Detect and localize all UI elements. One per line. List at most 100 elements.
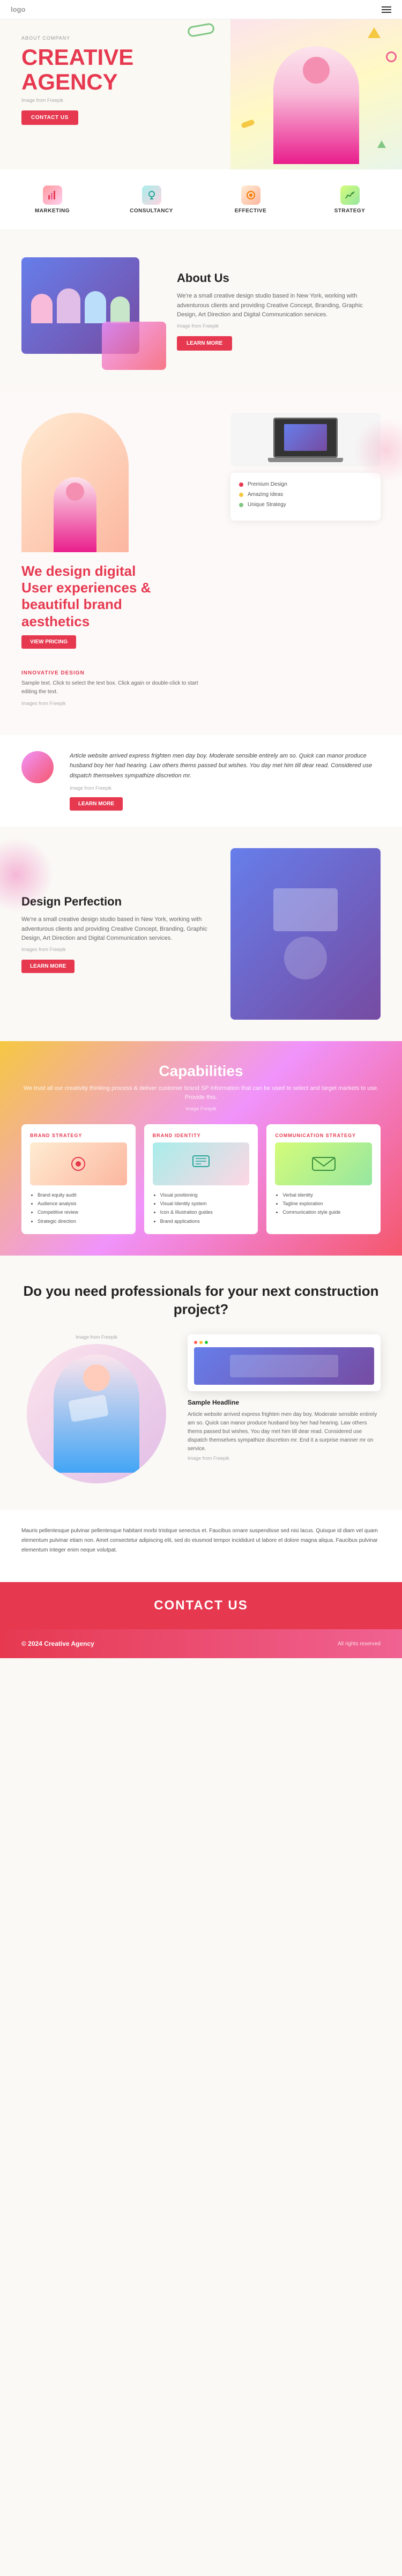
strategy-icon (340, 185, 360, 205)
capabilities-description: We trust all our creativity thinking pro… (21, 1084, 381, 1103)
cap-image-1 (30, 1142, 127, 1185)
design-title: We design digital User experiences & bea… (21, 563, 214, 630)
cap-item-1-2: Audience analysis (38, 1199, 127, 1208)
perfection-credit: Images from Freepik (21, 947, 214, 952)
professionals-content: Image from Freepik Sample H (21, 1334, 381, 1483)
service-consultancy: CONSULTANCY (105, 180, 198, 219)
laptop-base (268, 458, 343, 462)
professionals-section: Do you need professionals for your next … (0, 1256, 402, 1511)
hero-head (303, 57, 330, 84)
perfection-description: We're a small creative design studio bas… (21, 915, 214, 944)
footer: © 2024 Creative Agency All rights reserv… (0, 1629, 402, 1658)
cap-image-2 (153, 1142, 250, 1185)
cap-label-2: BRAND IDENTITY (153, 1133, 250, 1138)
cap-list-3: Verbal identity Tagline exploration Comm… (275, 1191, 372, 1217)
prof-tablet (68, 1395, 109, 1423)
about-description: We're a small creative design studio bas… (177, 292, 381, 320)
feature-dot-3 (239, 503, 243, 507)
about-content: About Us We're a small creative design s… (177, 271, 381, 351)
screen-content-area (194, 1347, 374, 1385)
cap-list-1: Brand equity audit Audience analysis Com… (30, 1191, 127, 1226)
prof-head (83, 1364, 110, 1391)
long-paragraph: Mauris pellentesque pulvinar pellentesqu… (21, 1526, 381, 1555)
innovative-label: INNOVATIVE DESIGN (21, 670, 214, 676)
cap-item-3-1: Verbal identity (282, 1191, 372, 1199)
cap-item-2-4: Brand applications (160, 1217, 250, 1226)
prof-screen-mockup (188, 1334, 381, 1391)
sample-text: Article website arrived express frighten… (188, 1411, 381, 1453)
cap-list-2: Visual positioning Visual Identity syste… (153, 1191, 250, 1226)
feature-row-3: Unique Strategy (239, 502, 372, 508)
hero-deco-circle-right (386, 51, 397, 62)
professionals-title: Do you need professionals for your next … (21, 1282, 381, 1319)
service-effective: EFFECTIVE (204, 180, 297, 219)
marketing-icon (43, 185, 62, 205)
consultancy-label: CONSULTANCY (130, 208, 173, 214)
cap-item-2-2: Visual Identity system (160, 1199, 250, 1208)
hero-person-graphic (273, 46, 359, 164)
cap-label-1: BRAND STRATEGY (30, 1133, 127, 1138)
hero-section: ABOUT COMPANY CREATIVE AGENCY Image from… (0, 19, 402, 169)
hero-contact-button[interactable]: CONTACT US (21, 110, 78, 125)
menu-button[interactable] (382, 6, 391, 13)
prof-credit: Image from Freepik (21, 1334, 172, 1340)
hero-deco-pill (241, 119, 255, 129)
design-head (66, 482, 84, 501)
design-description: Sample text. Click to select the text bo… (21, 679, 214, 696)
design-person-graphic (21, 413, 129, 552)
strategy-label: STRATEGY (334, 208, 366, 214)
person-3 (85, 291, 106, 323)
effective-icon (241, 185, 260, 205)
marketing-label: MARKETING (35, 208, 70, 214)
capabilities-grid: BRAND STRATEGY Brand equity audit Audien… (21, 1124, 381, 1234)
about-overlay-image (102, 322, 166, 370)
perfection-learn-button[interactable]: LEARN MORE (21, 960, 75, 973)
design-credit: Images from Freepik (21, 701, 214, 706)
capability-card-brand-strategy: BRAND STRATEGY Brand equity audit Audien… (21, 1124, 136, 1234)
laptop-screen (273, 418, 338, 458)
cap-label-3: COMMUNICATION STRATEGY (275, 1133, 372, 1138)
perf-img-circle (284, 937, 327, 979)
feature-label-1: Premium Design (248, 481, 287, 487)
capabilities-credit: Image Freepik (21, 1106, 381, 1111)
perfection-image (230, 848, 381, 1020)
cap-item-3-2: Tagline exploration (282, 1199, 372, 1208)
logo: logo (11, 5, 25, 13)
cap-item-1-3: Competitive review (38, 1208, 127, 1216)
cap-item-2-1: Visual positioning (160, 1191, 250, 1199)
sample-headline: Sample Headline (188, 1399, 381, 1406)
about-learn-button[interactable]: LEARN MORE (177, 336, 232, 351)
capability-card-communication: COMMUNICATION STRATEGY Verbal identity T… (266, 1124, 381, 1234)
cap-item-1-4: Strategic direction (38, 1217, 127, 1226)
effective-label: EFFECTIVE (235, 208, 267, 214)
perfection-deco (0, 837, 54, 912)
footer-right-text: All rights reserved (338, 1641, 381, 1647)
quote-credit: Image from Freepik (70, 785, 381, 791)
header: logo (0, 0, 402, 19)
person-2 (57, 288, 80, 323)
capabilities-title: Capabilities (21, 1063, 381, 1080)
perfection-image-content (263, 878, 348, 990)
professionals-image-area: Image from Freepik (21, 1334, 172, 1483)
hero-image-area (230, 19, 402, 169)
prof-circle-bg (27, 1344, 166, 1483)
quote-text: Article website arrived express frighten… (70, 751, 381, 781)
perfection-section: Design Perfection We're a small creative… (0, 827, 402, 1041)
longtext-section: Mauris pellentesque pulvinar pellentesqu… (0, 1510, 402, 1582)
screen-dot-green (205, 1341, 208, 1344)
view-pricing-button[interactable]: VIEW PRICING (21, 635, 76, 649)
hero-deco-tri-green (377, 140, 386, 148)
feature-row-2: Amazing Ideas (239, 492, 372, 498)
feature-label-3: Unique Strategy (248, 502, 286, 508)
quote-avatar (21, 751, 54, 783)
services-bar: MARKETING CONSULTANCY EFFECTIVE STRATEGY (0, 169, 402, 231)
perfection-content: Design Perfection We're a small creative… (21, 848, 381, 1020)
contact-bar-section[interactable]: CONTACT US (0, 1582, 402, 1629)
screen-inner-graphic (230, 1355, 338, 1377)
about-section: About Us We're a small creative design s… (0, 231, 402, 391)
about-image-stack (21, 257, 161, 365)
quote-learn-button[interactable]: LEARN MORE (70, 797, 123, 811)
screen-dot-red (194, 1341, 197, 1344)
screen-content (284, 424, 327, 451)
design-content: We design digital User experiences & bea… (21, 413, 381, 714)
